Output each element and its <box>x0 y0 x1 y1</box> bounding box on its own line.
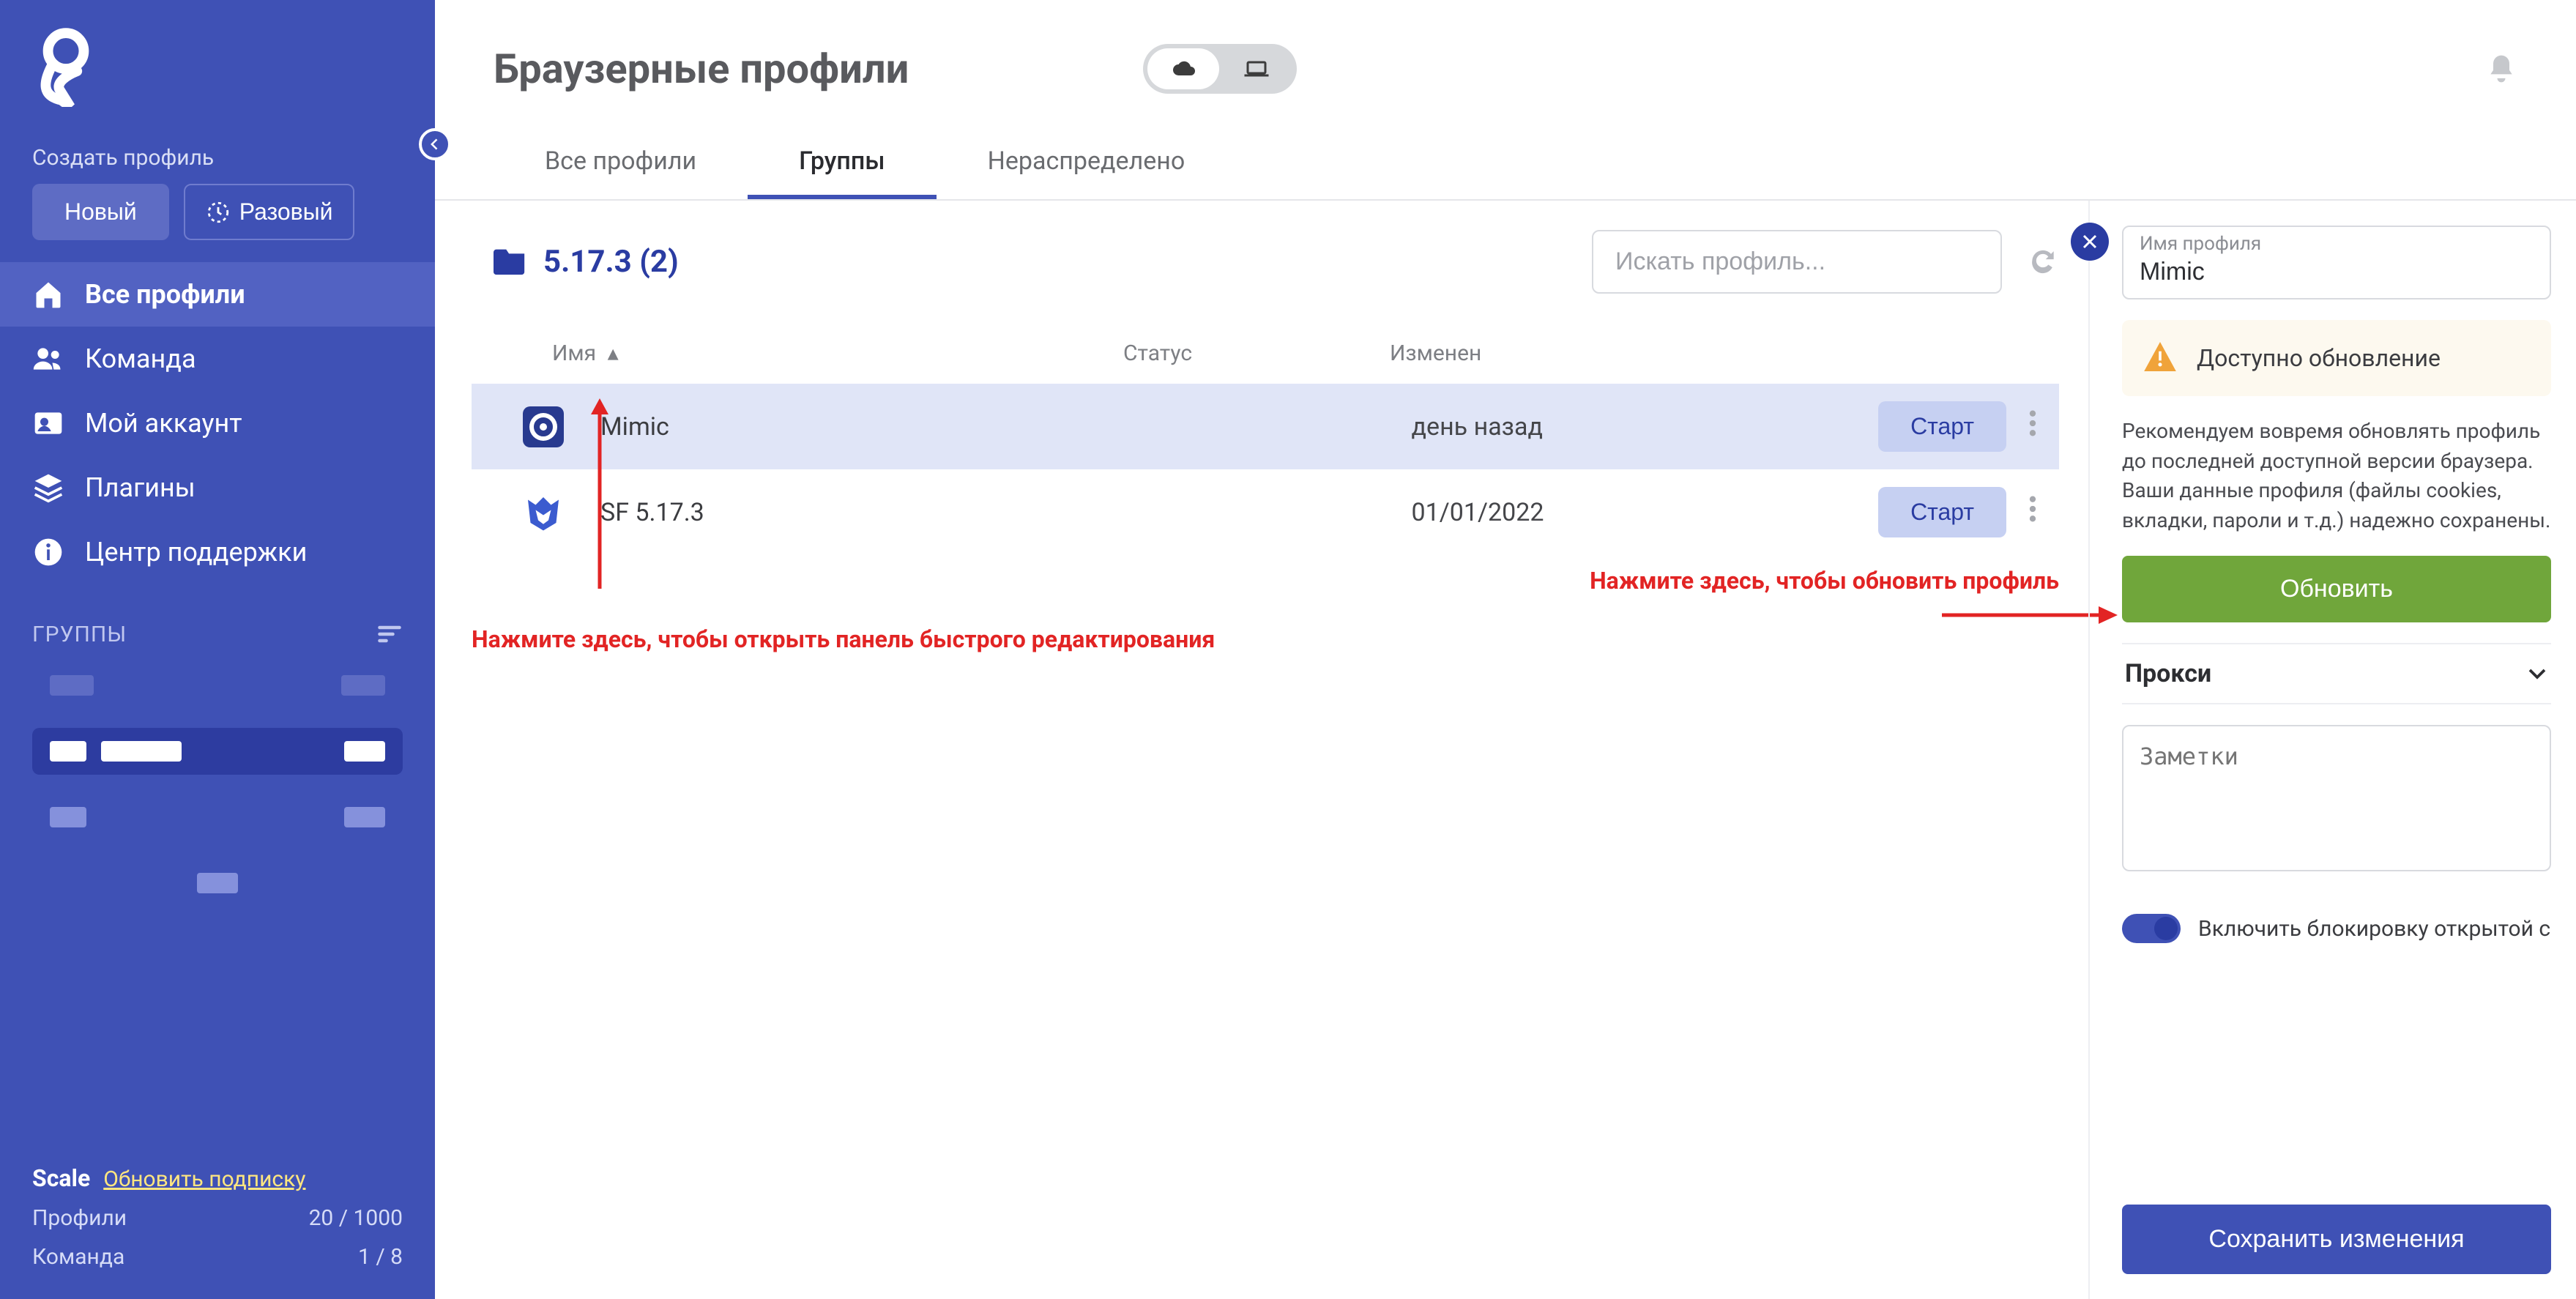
sidebar-footer: Scale Обновить подписку Профили 20 / 100… <box>0 1144 435 1299</box>
nav-support[interactable]: Центр поддержки <box>0 520 435 584</box>
close-panel-button[interactable] <box>2071 223 2109 261</box>
nav-all-profiles[interactable]: Все профили <box>0 262 435 327</box>
account-icon <box>32 407 64 439</box>
groups-header: ГРУППЫ <box>0 584 435 662</box>
group-list <box>0 662 435 907</box>
group-item[interactable] <box>32 662 403 709</box>
proxy-section-toggle[interactable]: Прокси <box>2122 643 2551 704</box>
tab-groups[interactable]: Группы <box>748 130 937 199</box>
proxy-label: Прокси <box>2125 659 2211 688</box>
update-profile-button[interactable]: Обновить <box>2122 556 2551 622</box>
row-menu-button[interactable] <box>2028 494 2037 530</box>
row-name: SF 5.17.3 <box>600 498 1153 527</box>
nav-team[interactable]: Команда <box>0 327 435 391</box>
toggle-label: Включить блокировку открытой с... <box>2198 916 2551 942</box>
nav-label: Мой аккаунт <box>85 408 242 439</box>
table-header: Имя ▴ Статус Изменен <box>472 316 2059 384</box>
nav-label: Команда <box>85 343 196 374</box>
new-profile-button[interactable]: Новый <box>32 184 169 240</box>
main-nav: Все профили Команда Мой аккаунт Плагины … <box>0 262 435 584</box>
start-button[interactable]: Старт <box>1878 401 2006 452</box>
laptop-icon <box>1220 58 1292 80</box>
create-profile-label: Создать профиль <box>0 124 435 184</box>
table-row[interactable]: SF 5.17.3 01/01/2022 Старт <box>472 469 2059 555</box>
alert-text: Доступно обновление <box>2197 344 2441 372</box>
row-modified: день назад <box>1374 412 1743 442</box>
profile-list-area: 5.17.3 (2) Имя ▴ Статус Изменен <box>435 201 2088 1299</box>
cloud-icon <box>1147 58 1220 80</box>
row-menu-button[interactable] <box>2028 409 2037 444</box>
stealthfox-browser-icon <box>523 492 564 533</box>
annotation-update-hint: Нажмите здесь, чтобы обновить профиль <box>1590 567 2059 595</box>
info-icon <box>32 536 64 568</box>
profile-name-field[interactable]: Имя профиля <box>2122 226 2551 299</box>
field-label: Имя профиля <box>2140 233 2534 255</box>
nav-label: Центр поддержки <box>85 537 307 567</box>
chevron-down-icon <box>2526 663 2548 685</box>
refresh-button[interactable] <box>2027 245 2059 280</box>
tab-all[interactable]: Все профили <box>494 130 748 199</box>
table-row[interactable]: Mimic день назад Старт <box>472 384 2059 469</box>
page-title: Браузерные профили <box>494 45 909 93</box>
sidebar: Создать профиль Новый Разовый Все профил… <box>0 0 435 1299</box>
notes-input[interactable] <box>2122 725 2551 871</box>
session-lock-toggle-row: Включить блокировку открытой с... <box>2122 914 2551 943</box>
mimic-browser-icon <box>523 406 564 447</box>
app-logo <box>0 0 435 124</box>
groups-label: ГРУППЫ <box>32 622 127 647</box>
bell-icon <box>2485 53 2517 85</box>
session-lock-toggle[interactable] <box>2122 914 2181 943</box>
sort-icon[interactable] <box>376 621 403 647</box>
profile-tabs: Все профили Группы Нераспределено <box>435 108 2576 201</box>
nav-account[interactable]: Мой аккаунт <box>0 391 435 455</box>
team-value: 1 / 8 <box>358 1244 403 1270</box>
quick-icon <box>206 200 231 225</box>
plan-name: Scale <box>32 1164 90 1192</box>
update-subscription-link[interactable]: Обновить подписку <box>103 1166 305 1192</box>
quick-edit-panel: Имя профиля Доступно обновление Рекоменд… <box>2088 201 2576 1299</box>
group-item-selected[interactable] <box>32 728 403 775</box>
search-input[interactable] <box>1592 230 2002 294</box>
row-name: Mimic <box>600 412 1153 442</box>
team-label: Команда <box>32 1244 124 1270</box>
profiles-label: Профили <box>32 1205 127 1231</box>
quick-profile-label: Разовый <box>239 198 333 226</box>
nav-label: Все профили <box>85 279 245 310</box>
plugins-icon <box>32 472 64 504</box>
group-item[interactable] <box>32 860 403 907</box>
profile-name-input[interactable] <box>2140 255 2534 286</box>
save-changes-button[interactable]: Сохранить изменения <box>2122 1205 2551 1274</box>
folder-icon <box>494 246 527 278</box>
update-alert: Доступно обновление <box>2122 320 2551 396</box>
nav-plugins[interactable]: Плагины <box>0 455 435 520</box>
storage-toggle[interactable] <box>1143 44 1297 94</box>
home-icon <box>32 278 64 310</box>
row-modified: 01/01/2022 <box>1374 498 1743 527</box>
group-name[interactable]: 5.17.3 (2) <box>543 244 679 280</box>
update-help-text: Рекомендуем вовремя обновлять профиль до… <box>2122 417 2551 535</box>
notifications-button[interactable] <box>2485 53 2517 85</box>
quick-profile-button[interactable]: Разовый <box>184 184 355 240</box>
tab-unassigned[interactable]: Нераспределено <box>937 130 1237 199</box>
start-button[interactable]: Старт <box>1878 487 2006 537</box>
nav-label: Плагины <box>85 472 196 503</box>
col-status-label[interactable]: Статус <box>1123 340 1192 366</box>
col-modified-label[interactable]: Изменен <box>1390 340 1481 366</box>
close-icon <box>2081 233 2099 250</box>
annotation-edit-hint: Нажмите здесь, чтобы открыть панель быст… <box>472 625 1215 653</box>
main-content: Браузерные профили Все профили Группы Не… <box>435 0 2576 1299</box>
col-name-label[interactable]: Имя <box>552 340 596 366</box>
group-item[interactable] <box>32 794 403 841</box>
profiles-value: 20 / 1000 <box>309 1205 403 1231</box>
sort-asc-icon: ▴ <box>608 340 619 366</box>
warning-icon <box>2144 342 2176 374</box>
team-icon <box>32 343 64 375</box>
logo-icon <box>32 26 100 107</box>
